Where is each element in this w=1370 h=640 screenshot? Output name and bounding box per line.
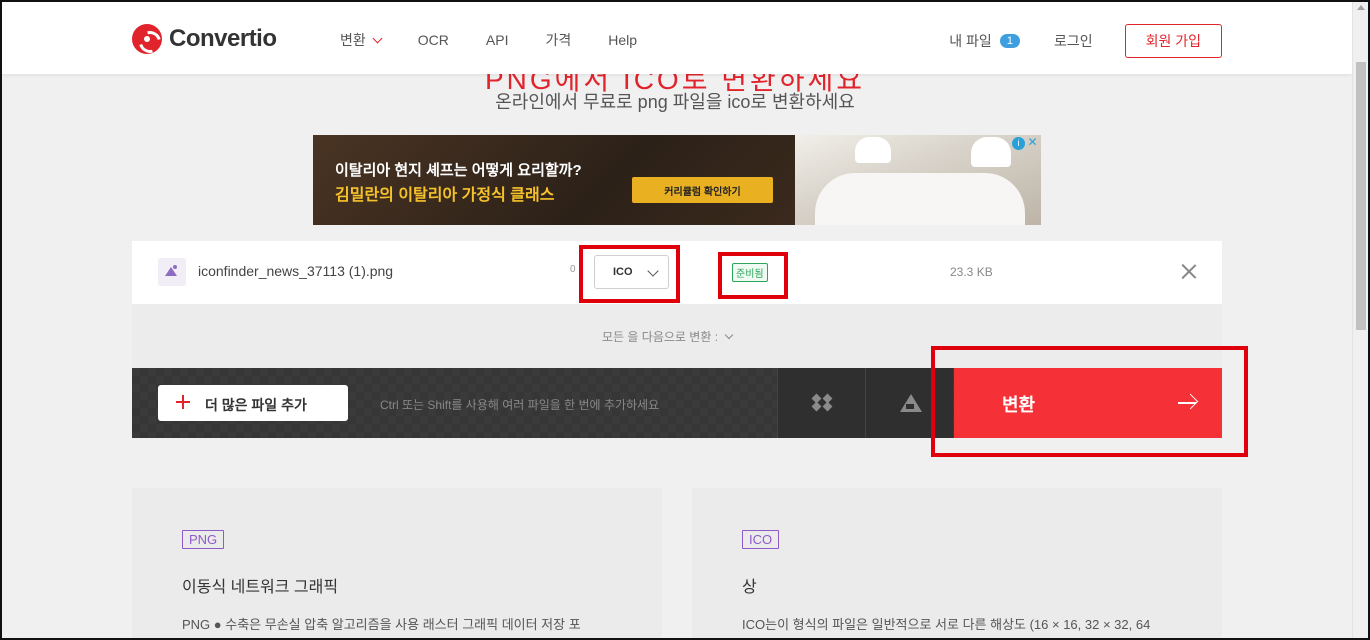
ad-chef-image: i ✕ — [795, 135, 1041, 225]
chevron-down-icon — [724, 330, 734, 339]
multi-select-hint: Ctrl 또는 Shift를 사용해 여러 파일을 한 번에 추가하세요 — [380, 398, 660, 412]
my-files-link[interactable]: 내 파일 1 — [949, 31, 1020, 51]
highlight-convert-button — [931, 346, 1248, 457]
target-format-card: ICO 상 ICO는이 형식의 파일은 일반적으로 서로 다른 해상도 (16 … — [692, 488, 1222, 640]
ad-subheadline: 김밀란의 이탈리아 가정식 클래스 — [335, 187, 555, 204]
highlight-format-select — [579, 245, 680, 303]
vertical-scrollbar[interactable] — [1352, 2, 1368, 638]
header-account: 내 파일 1 로그인 회원 가입 — [949, 24, 1222, 58]
chevron-down-icon — [372, 33, 383, 43]
top-header: Convertio 변환 OCR API 가격 Help 내 파일 1 로그인 … — [2, 2, 1352, 74]
add-more-files-button[interactable]: 더 많은 파일 추가 — [158, 385, 348, 421]
nav-api[interactable]: API — [486, 30, 509, 50]
source-format-card: PNG 이동식 네트워크 그래픽 PNG ● 수축은 무손실 압축 알고리즘을 … — [132, 488, 662, 640]
image-file-icon — [158, 258, 186, 286]
card-text: ICO는이 형식의 파일은 일반적으로 서로 다른 해상도 (16 × 16, … — [742, 617, 1151, 632]
format-tag[interactable]: ICO — [742, 530, 780, 549]
logo-text: Convertio — [169, 25, 277, 52]
convert-all-dropdown[interactable]: 모든 을 다음으로 변환 : — [602, 328, 734, 345]
convertio-logo[interactable]: Convertio — [132, 24, 277, 54]
file-zero-marker: 0 — [570, 264, 576, 275]
main-nav: 변환 OCR API 가격 Help — [340, 30, 674, 50]
scroll-thumb[interactable] — [1356, 62, 1366, 330]
plus-icon — [176, 395, 190, 409]
ad-headline: 이탈리아 현지 셰프는 어떻게 요리할까? — [335, 162, 582, 179]
nav-ocr[interactable]: OCR — [418, 30, 449, 50]
file-count-badge: 1 — [999, 34, 1020, 48]
ad-close-icon[interactable]: ✕ — [1026, 136, 1039, 149]
ad-left-panel: 이탈리아 현지 셰프는 어떻게 요리할까? 김밀란의 이탈리아 가정식 클래스 … — [313, 135, 795, 225]
nav-convert-label: 변환 — [340, 32, 366, 48]
google-drive-icon — [900, 394, 922, 412]
add-more-label: 더 많은 파일 추가 — [205, 397, 307, 413]
login-link[interactable]: 로그인 — [1054, 31, 1093, 51]
remove-file-icon[interactable] — [1180, 262, 1198, 280]
file-name: iconfinder_news_37113 (1).png — [198, 263, 394, 279]
my-files-label: 내 파일 — [949, 33, 992, 49]
scroll-up-icon[interactable] — [1357, 5, 1365, 10]
convert-all-label: 모든 을 다음으로 변환 : — [602, 330, 719, 344]
ad-info-icon[interactable]: i — [1012, 137, 1025, 150]
dropbox-button[interactable] — [777, 368, 865, 438]
convertio-logo-icon — [132, 24, 162, 54]
file-size: 23.3 KB — [950, 265, 993, 279]
card-text: PNG ● 수축은 무손실 압축 알고리즘을 사용 래스터 그래픽 데이터 저장… — [182, 617, 581, 632]
chef-figure — [815, 173, 1025, 225]
card-title: 상 — [742, 579, 757, 596]
ad-banner[interactable]: 이탈리아 현지 셰프는 어떻게 요리할까? 김밀란의 이탈리아 가정식 클래스 … — [313, 135, 1041, 225]
nav-convert[interactable]: 변환 — [340, 30, 383, 50]
format-tag[interactable]: PNG — [182, 530, 225, 549]
chef-hat-left — [855, 137, 891, 163]
dropbox-icon — [811, 393, 833, 412]
chef-hat-right — [971, 137, 1011, 167]
highlight-status — [718, 252, 788, 299]
ad-cta-button[interactable]: 커리큘럼 확인하기 — [632, 177, 773, 203]
nav-pricing[interactable]: 가격 — [545, 30, 571, 50]
nav-help[interactable]: Help — [608, 30, 637, 50]
card-title: 이동식 네트워크 그래픽 — [182, 579, 339, 596]
signup-button[interactable]: 회원 가입 — [1124, 24, 1222, 58]
